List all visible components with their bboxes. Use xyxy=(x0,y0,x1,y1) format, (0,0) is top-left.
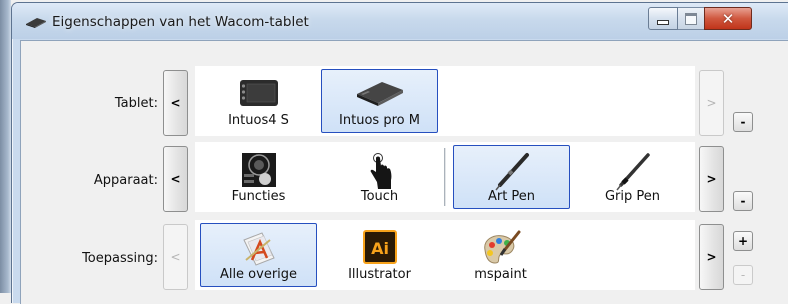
tablet-icon xyxy=(26,18,46,28)
touch-icon xyxy=(370,153,391,189)
device-item-label: Touch xyxy=(360,189,399,204)
device-item-art-pen[interactable]: Art Pen xyxy=(453,145,570,209)
chevron-left-icon: < xyxy=(170,172,181,186)
toepassing-remove-button[interactable]: - xyxy=(733,265,753,285)
tablet-item-intuos-pro-m[interactable]: Intuos pro M xyxy=(321,69,438,133)
tablet-row-label: Tablet: xyxy=(114,96,158,111)
tablet-remove-button[interactable]: - xyxy=(733,112,753,132)
close-icon: ✕ xyxy=(721,9,735,28)
window-title: Eigenschappen van het Wacom-tablet xyxy=(52,14,309,30)
all-other-apps-icon xyxy=(242,232,275,266)
device-item-functies[interactable]: Functies xyxy=(200,145,317,209)
functions-icon xyxy=(241,153,276,187)
grip-pen-icon xyxy=(615,153,650,191)
app-item-label: Alle overige xyxy=(219,267,298,282)
device-item-label: Functies xyxy=(231,189,286,204)
maximize-icon xyxy=(685,12,697,25)
tablet-item-intuos4-s[interactable]: Intuos4 S xyxy=(200,69,317,133)
minus-icon: - xyxy=(740,115,746,129)
apparaat-next-button[interactable]: > xyxy=(699,146,724,212)
apparaat-list: Functies Touch Art Pen Grip Pen xyxy=(195,142,695,212)
apparaat-prev-button[interactable]: < xyxy=(163,146,188,212)
chevron-right-icon: > xyxy=(706,250,717,264)
intuos4-tablet-icon xyxy=(239,80,278,106)
illustrator-icon: Ai xyxy=(362,230,397,264)
title-bar[interactable]: Eigenschappen van het Wacom-tablet ✕ xyxy=(12,3,788,39)
art-pen-icon xyxy=(494,153,529,191)
toepassing-list: Alle overige Ai Illustrator mspaint xyxy=(195,220,695,290)
illustrator-icon-text: Ai xyxy=(371,239,389,258)
toepassing-add-button[interactable]: + xyxy=(733,231,753,251)
toepassing-next-button[interactable]: > xyxy=(699,224,724,290)
chevron-right-icon: > xyxy=(706,172,717,186)
properties-panel: Tablet: < Intuos4 S Intuos pro M > - App… xyxy=(20,40,788,304)
background-window-edge xyxy=(0,0,11,293)
maximize-button[interactable] xyxy=(677,7,705,30)
device-item-grip-pen[interactable]: Grip Pen xyxy=(574,145,691,209)
close-button[interactable]: ✕ xyxy=(704,7,752,30)
wacom-properties-window: Eigenschappen van het Wacom-tablet ✕ Tab… xyxy=(11,2,788,304)
tablet-item-label: Intuos pro M xyxy=(339,113,420,128)
minus-icon: - xyxy=(740,194,746,208)
app-item-mspaint[interactable]: mspaint xyxy=(442,223,559,287)
apparaat-remove-button[interactable]: - xyxy=(733,191,753,211)
tablet-prev-button[interactable]: < xyxy=(163,70,188,136)
device-item-touch[interactable]: Touch xyxy=(321,145,438,209)
intuos-pro-tablet-icon xyxy=(356,82,403,106)
device-divider xyxy=(444,148,446,206)
app-item-label: mspaint xyxy=(474,267,527,282)
tablet-list: Intuos4 S Intuos pro M xyxy=(195,66,695,136)
toepassing-prev-button[interactable]: < xyxy=(163,224,188,290)
minus-icon: - xyxy=(740,268,746,282)
toepassing-row-label: Toepassing: xyxy=(82,251,158,266)
chevron-left-icon: < xyxy=(170,96,181,110)
apparaat-row-label: Apparaat: xyxy=(93,173,158,188)
minimize-icon xyxy=(657,20,669,25)
tablet-item-label: Intuos4 S xyxy=(228,113,289,128)
app-item-label: Illustrator xyxy=(348,267,411,282)
chevron-left-icon: < xyxy=(170,250,181,264)
chevron-right-icon: > xyxy=(706,96,717,110)
app-item-illustrator[interactable]: Ai Illustrator xyxy=(321,223,438,287)
tablet-next-button[interactable]: > xyxy=(699,70,724,136)
minimize-button[interactable] xyxy=(648,7,678,30)
mspaint-icon xyxy=(483,230,520,264)
plus-icon: + xyxy=(737,234,749,248)
app-item-alle-overige[interactable]: Alle overige xyxy=(200,223,317,287)
